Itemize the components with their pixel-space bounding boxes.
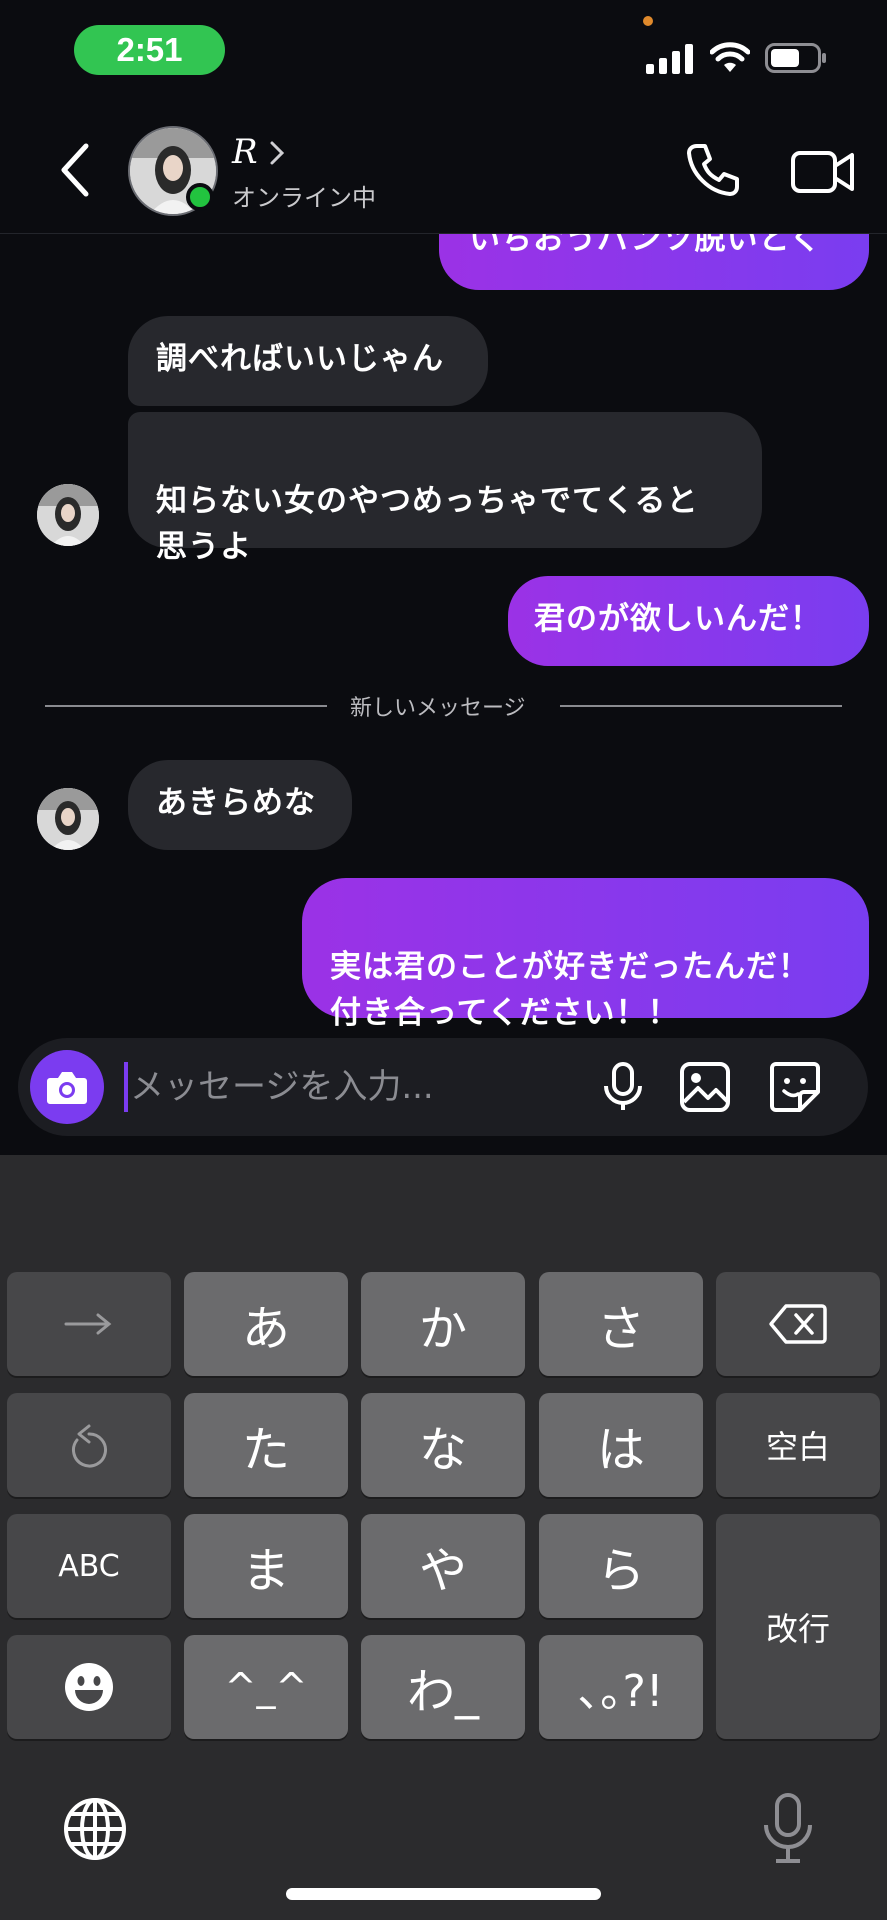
key-ma[interactable]: ま <box>184 1514 348 1618</box>
key-return[interactable]: 改行 <box>716 1514 880 1739</box>
microphone-button[interactable] <box>596 1060 650 1114</box>
key-abc[interactable]: ABC <box>7 1514 171 1618</box>
message-text: 実は君のことが好きだったんだ！ 付き合ってください！！ <box>330 949 810 1031</box>
message-bubble-outgoing[interactable]: いちおうパンツ脱いとく <box>439 234 869 290</box>
text-caret <box>124 1062 128 1112</box>
chevron-right-icon[interactable] <box>268 140 286 166</box>
key-ra[interactable]: ら <box>539 1514 703 1618</box>
key-ya[interactable]: や <box>361 1514 525 1618</box>
key-ta[interactable]: た <box>184 1393 348 1497</box>
message-text: 調べればいいじゃん <box>156 341 444 377</box>
cellular-signal-icon <box>646 44 693 74</box>
key-cursor-right[interactable] <box>7 1272 171 1376</box>
home-indicator[interactable] <box>286 1888 601 1900</box>
wifi-icon <box>710 42 750 72</box>
online-status-dot <box>186 183 214 211</box>
arrow-right-icon <box>64 1313 112 1335</box>
key-space[interactable]: 空白 <box>716 1393 880 1497</box>
key-na[interactable]: な <box>361 1393 525 1497</box>
message-bubble-incoming[interactable]: あきらめな <box>128 760 352 850</box>
message-bubble-incoming[interactable]: 知らない女のやつめっちゃでてくると 思うよ <box>128 412 762 565</box>
status-time: 2:51 <box>74 25 225 75</box>
undo-icon <box>72 1424 107 1468</box>
status-bar: 2:51 <box>0 0 887 110</box>
dictation-mic-icon[interactable] <box>758 1791 818 1867</box>
key-a[interactable]: あ <box>184 1272 348 1376</box>
phone-call-button[interactable] <box>683 140 743 200</box>
divider-line-left <box>45 705 327 707</box>
key-undo[interactable] <box>7 1393 171 1497</box>
key-ka[interactable]: か <box>361 1272 525 1376</box>
back-button[interactable] <box>50 140 100 200</box>
message-text: 君のが欲しいんだ！ <box>534 601 822 637</box>
contact-status: オンライン中 <box>232 184 376 212</box>
message-input[interactable] <box>130 1062 490 1112</box>
message-text: いちおうパンツ脱いとく <box>469 234 822 257</box>
image-gallery-button[interactable] <box>678 1060 732 1114</box>
key-emoji[interactable] <box>7 1635 171 1739</box>
delete-backspace-icon <box>769 1304 827 1344</box>
sticker-button[interactable] <box>768 1060 822 1114</box>
divider-line-right <box>560 705 842 707</box>
message-composer <box>18 1038 868 1136</box>
message-bubble-outgoing[interactable]: 君のが欲しいんだ！ <box>508 576 869 666</box>
camera-button[interactable] <box>30 1050 104 1124</box>
new-messages-label: 新しいメッセージ <box>350 696 526 721</box>
sender-avatar[interactable] <box>37 788 99 850</box>
video-call-button[interactable] <box>790 144 856 198</box>
emoji-icon <box>65 1663 113 1711</box>
globe-icon[interactable] <box>62 1796 128 1862</box>
battery-icon <box>765 43 826 73</box>
key-ha[interactable]: は <box>539 1393 703 1497</box>
key-punctuation[interactable]: ､｡?! <box>539 1635 703 1739</box>
chat-header: R オンライン中 <box>0 110 887 234</box>
message-list[interactable]: いちおうパンツ脱いとく 調べればいいじゃん 知らない女のやつめっちゃでてくると … <box>0 234 887 1034</box>
key-delete[interactable] <box>716 1272 880 1376</box>
contact-name[interactable]: R <box>232 132 258 172</box>
message-bubble-outgoing[interactable]: 実は君のことが好きだったんだ！ 付き合ってください！！ <box>302 878 869 1031</box>
message-text: 知らない女のやつめっちゃでてくると 思うよ <box>156 483 699 565</box>
privacy-indicator-dot <box>643 16 653 26</box>
key-kaomoji[interactable]: ^_^ <box>184 1635 348 1739</box>
message-bubble-incoming[interactable]: 調べればいいじゃん <box>128 316 488 406</box>
sender-avatar[interactable] <box>37 484 99 546</box>
camera-icon <box>47 1072 87 1104</box>
japanese-keyboard: あ か さ た な は 空白 ABC ま や ら 改行 ^_^ わ_ ､｡?! <box>0 1155 887 1920</box>
key-sa[interactable]: さ <box>539 1272 703 1376</box>
key-wa[interactable]: わ_ <box>361 1635 525 1739</box>
message-text: あきらめな <box>156 785 316 821</box>
